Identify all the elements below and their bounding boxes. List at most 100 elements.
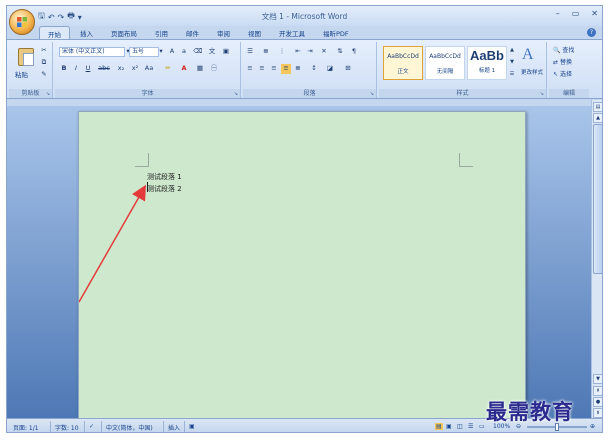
close-button[interactable]: ✕ xyxy=(591,9,598,18)
replace-button[interactable]: ⇄ 替换 xyxy=(553,57,572,66)
tab-foxit-pdf[interactable]: 福昕PDF xyxy=(315,26,357,40)
tab-mailings[interactable]: 邮件 xyxy=(178,26,207,40)
styles-scroll-up-icon[interactable]: ▲ xyxy=(507,46,517,56)
show-marks-icon[interactable]: ¶ xyxy=(349,47,359,57)
macro-record-icon[interactable]: ▣ xyxy=(189,423,195,430)
enclose-chars-icon[interactable]: ㊀ xyxy=(209,64,219,74)
paragraph-2[interactable]: 测试段落 2 xyxy=(147,184,182,194)
styles-scroll-down-icon[interactable]: ▼ xyxy=(507,58,517,68)
tab-view[interactable]: 视图 xyxy=(240,26,269,40)
grow-font-icon[interactable]: A xyxy=(167,47,177,57)
distributed-icon[interactable]: ≣ xyxy=(293,64,303,74)
select-button[interactable]: ↖ 选择 xyxy=(553,69,572,78)
change-case-button[interactable]: Aa xyxy=(143,64,155,74)
sort-icon[interactable]: ⇅ xyxy=(335,47,345,57)
line-spacing-icon[interactable]: ↕ xyxy=(309,64,319,74)
style-heading-1[interactable]: AaBb 标题 1 xyxy=(467,46,507,80)
scrollbar-thumb[interactable] xyxy=(593,124,602,274)
insert-mode[interactable]: 插入 xyxy=(168,423,180,432)
change-styles-button[interactable]: A 更改样式 xyxy=(517,42,547,86)
shading-icon[interactable]: ◪ xyxy=(325,64,335,74)
borders-icon[interactable]: ⊞ xyxy=(343,64,353,74)
increase-indent-icon[interactable]: ⇥ xyxy=(305,47,315,57)
full-screen-view-icon[interactable]: ▣ xyxy=(446,423,452,430)
office-button[interactable] xyxy=(9,9,35,35)
font-size-dropdown-icon[interactable]: ▾ xyxy=(156,47,166,57)
justify-icon[interactable]: ≡ xyxy=(281,64,291,74)
annotation-arrow-line xyxy=(79,184,146,303)
tab-review[interactable]: 审阅 xyxy=(209,26,238,40)
help-icon[interactable]: ? xyxy=(587,28,596,37)
ribbon: 粘贴 ✂ ⧉ ✎ 剪贴板 ↘ 宋体 (中文正文) ▾ 五号 ▾ A a ⌫ 文 … xyxy=(7,39,602,99)
paste-button[interactable]: 粘贴 xyxy=(15,69,28,79)
highlight-color-icon[interactable]: ✏ xyxy=(163,64,173,74)
phonetic-guide-icon[interactable]: 文 xyxy=(207,47,217,57)
shrink-font-icon[interactable]: a xyxy=(179,47,189,57)
paragraph-launcher-icon[interactable]: ↘ xyxy=(370,91,374,97)
bullets-icon[interactable]: ☰ xyxy=(245,47,255,57)
zoom-slider[interactable] xyxy=(527,423,587,431)
office-logo-icon xyxy=(17,17,27,27)
paste-icon[interactable] xyxy=(18,48,34,66)
tab-insert[interactable]: 插入 xyxy=(72,26,101,40)
font-launcher-icon[interactable]: ↘ xyxy=(234,91,238,97)
numbering-icon[interactable]: ≣ xyxy=(261,47,271,57)
style-normal[interactable]: AaBbCcDd 正文 xyxy=(383,46,423,80)
tab-home[interactable]: 开始 xyxy=(39,26,70,40)
next-page-icon[interactable]: ⇟ xyxy=(593,408,602,418)
clear-format-icon[interactable]: ⌫ xyxy=(193,47,203,57)
strikethrough-button[interactable]: abc xyxy=(97,64,111,74)
char-shading-icon[interactable]: ▦ xyxy=(195,64,205,74)
print-layout-view-icon[interactable]: ▤ xyxy=(435,423,443,430)
align-left-icon[interactable]: ≡ xyxy=(245,64,255,74)
editing-group-label: 编辑 xyxy=(549,89,589,98)
align-right-icon[interactable]: ≡ xyxy=(269,64,279,74)
chinese-layout-icon[interactable]: ✕ xyxy=(319,47,329,57)
vertical-scrollbar[interactable]: ▤ ▲ ▼ ⇞ ● ⇟ xyxy=(591,100,602,418)
tab-page-layout[interactable]: 页面布局 xyxy=(103,26,145,40)
subscript-button[interactable]: x₂ xyxy=(115,64,127,74)
bold-button[interactable]: B xyxy=(59,64,69,74)
styles-group: AaBbCcDd 正文 AaBbCcDd 无间隔 AaBb 标题 1 ▲ ▼ ☰… xyxy=(379,42,547,98)
underline-button[interactable]: U xyxy=(83,64,93,74)
style-no-spacing[interactable]: AaBbCcDd 无间隔 xyxy=(425,46,465,80)
multilevel-list-icon[interactable]: ⋮ xyxy=(277,47,287,57)
ruler-toggle-icon[interactable]: ▤ xyxy=(593,102,602,112)
clipboard-launcher-icon[interactable]: ↘ xyxy=(46,91,50,97)
web-view-icon[interactable]: ◫ xyxy=(457,423,463,430)
paragraph-1[interactable]: 测试段落 1 xyxy=(147,172,182,182)
word-count[interactable]: 字数: 10 xyxy=(55,423,79,432)
font-size-select[interactable]: 五号 xyxy=(129,47,159,57)
minimize-button[interactable]: – xyxy=(556,9,560,18)
find-label: 查找 xyxy=(562,47,575,54)
align-center-icon[interactable]: ≡ xyxy=(257,64,267,74)
maximize-button[interactable]: ▭ xyxy=(572,9,580,18)
zoom-in-icon[interactable]: ⊕ xyxy=(590,423,595,430)
change-styles-label: 更改样式 xyxy=(520,70,543,76)
draft-view-icon[interactable]: ▭ xyxy=(479,423,485,430)
tab-references[interactable]: 引用 xyxy=(147,26,176,40)
scroll-up-icon[interactable]: ▲ xyxy=(593,113,602,123)
font-name-select[interactable]: 宋体 (中文正文) xyxy=(59,47,125,57)
italic-button[interactable]: I xyxy=(71,64,81,74)
browse-object-icon[interactable]: ● xyxy=(593,397,602,407)
cut-icon[interactable]: ✂ xyxy=(39,46,49,56)
scroll-down-icon[interactable]: ▼ xyxy=(593,374,602,384)
status-separator xyxy=(50,421,51,432)
proofing-icon[interactable]: ✓ xyxy=(89,423,94,430)
tab-developer[interactable]: 开发工具 xyxy=(271,26,313,40)
char-border-icon[interactable]: ▣ xyxy=(221,47,231,57)
language-indicator[interactable]: 中文(简体，中国) xyxy=(106,423,153,432)
decrease-indent-icon[interactable]: ⇤ xyxy=(293,47,303,57)
copy-icon[interactable]: ⧉ xyxy=(39,58,49,68)
find-button[interactable]: 🔍 查找 xyxy=(553,45,574,54)
styles-more-icon[interactable]: ☰ xyxy=(507,70,517,80)
format-painter-icon[interactable]: ✎ xyxy=(39,70,49,80)
page-count[interactable]: 页面: 1/1 xyxy=(13,423,39,432)
superscript-button[interactable]: x² xyxy=(129,64,141,74)
document-page[interactable]: 测试段落 1 测试段落 2 xyxy=(78,111,526,421)
font-color-button[interactable]: A xyxy=(179,64,189,74)
styles-launcher-icon[interactable]: ↘ xyxy=(540,91,544,97)
outline-view-icon[interactable]: ☰ xyxy=(468,423,473,430)
prev-page-icon[interactable]: ⇞ xyxy=(593,386,602,396)
